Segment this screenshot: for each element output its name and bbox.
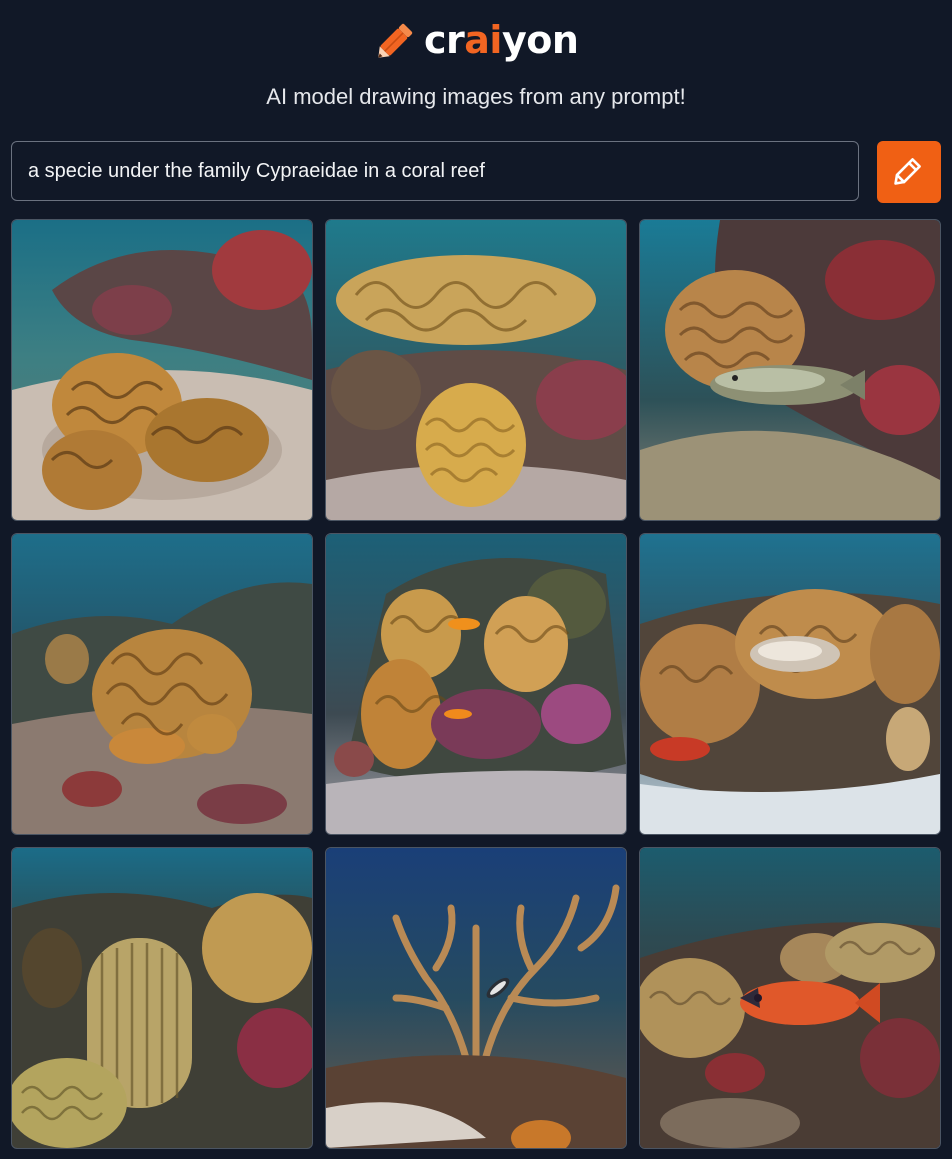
logo-prefix: cr [424,18,465,62]
image-grid [11,219,941,1149]
pencil-icon [891,152,927,193]
logo-wordmark: craiyon [424,14,579,66]
result-image-9[interactable] [639,847,941,1149]
result-image-8[interactable] [325,847,627,1149]
result-image-6[interactable] [639,533,941,835]
result-image-2[interactable] [325,219,627,521]
result-image-5[interactable] [325,533,627,835]
draw-button[interactable] [877,141,941,203]
result-image-3[interactable] [639,219,941,521]
logo-accent: ai [464,18,502,62]
tagline: AI model drawing images from any prompt! [266,84,686,109]
pencil-icon [374,18,418,62]
craiyon-logo[interactable]: craiyon [374,14,579,66]
header: craiyon AI model drawing images from any… [0,0,952,130]
logo-suffix: yon [501,18,579,62]
result-image-7[interactable] [11,847,313,1149]
prompt-input[interactable]: a specie under the family Cypraeidae in … [11,141,859,201]
result-image-4[interactable] [11,533,313,835]
result-image-1[interactable] [11,219,313,521]
